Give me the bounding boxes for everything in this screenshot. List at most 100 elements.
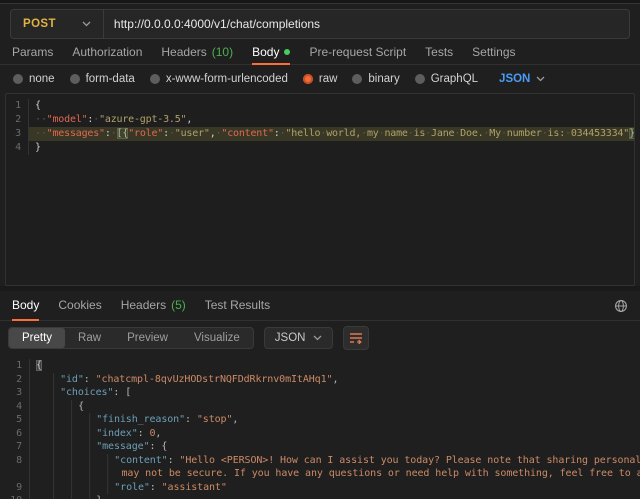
body-type-radio-binary[interactable]: binary	[352, 73, 399, 85]
tab-params[interactable]: Params	[12, 41, 53, 65]
tab-settings[interactable]: Settings	[472, 41, 515, 65]
code-line: 3"choices": [	[0, 386, 640, 400]
body-type-row: none form-data x-www-form-urlencoded raw bin…	[0, 65, 640, 93]
unsaved-dot	[284, 49, 290, 55]
response-format-select[interactable]: JSON	[264, 327, 334, 349]
code-line: 7"message": {	[0, 440, 640, 454]
tab-pre-request-script[interactable]: Pre-request Script	[309, 41, 406, 65]
tab-cookies[interactable]: Cookies	[58, 291, 101, 321]
request-url-row: POST http://0.0.0.0:4000/v1/chat/complet…	[0, 4, 640, 41]
token: "model"	[47, 114, 88, 125]
view-pretty[interactable]: Pretty	[9, 328, 65, 348]
tab-headers[interactable]: Headers (5)	[121, 291, 186, 321]
line-number: 3	[6, 127, 29, 141]
line-number: 2	[0, 373, 30, 387]
tab-headers[interactable]: Headers(10)	[161, 41, 233, 65]
line-number: 4	[0, 400, 30, 414]
token: is:	[548, 128, 565, 139]
token: :	[168, 455, 180, 466]
code-line: 2··"model":·"azure-gpt-3.5",	[6, 113, 634, 127]
tab-test-results[interactable]: Test Results	[205, 291, 270, 321]
token: "assistant"	[162, 482, 227, 493]
indent-guides	[36, 413, 96, 427]
token: :	[150, 482, 162, 493]
token: Jane	[431, 128, 454, 139]
token: may not be secure. If you have any quest…	[121, 468, 640, 479]
chevron-down-icon	[536, 76, 545, 82]
token: "content"	[221, 128, 273, 139]
tab-label: Body	[12, 298, 39, 312]
response-body-viewer: 1{2"id": "chatcmpl-8qvUzHODstrNQFDdRkrnv…	[0, 355, 640, 499]
url-input[interactable]: http://0.0.0.0:4000/v1/chat/completions	[114, 17, 320, 31]
tab-body[interactable]: Body	[252, 41, 290, 65]
token: [{	[117, 128, 129, 139]
tab-label: Authorization	[72, 45, 142, 59]
body-type-radio-raw[interactable]: raw	[303, 73, 338, 85]
code-text: "finish_reason": "stop",	[30, 413, 640, 427]
token: "Hello <PERSON>! How can I assist you to…	[179, 455, 640, 466]
view-raw[interactable]: Raw	[65, 328, 114, 348]
token: :	[84, 374, 96, 385]
radio-dot-icon	[13, 74, 23, 84]
code-line: 9"role": "assistant"	[0, 481, 640, 495]
radio-dot-icon	[415, 74, 425, 84]
indent-guides	[36, 373, 60, 387]
token: }]	[629, 128, 634, 139]
wrap-text-button[interactable]	[343, 326, 369, 350]
code-text: {	[30, 359, 640, 373]
code-text: "message": {	[30, 440, 640, 454]
view-preview[interactable]: Preview	[114, 328, 181, 348]
chevron-down-icon	[313, 335, 322, 341]
chevron-down-icon	[82, 21, 91, 27]
code-line: 4{	[0, 400, 640, 414]
body-format-select[interactable]: JSON	[499, 73, 545, 85]
tab-label: Cookies	[58, 298, 101, 312]
token: is	[414, 128, 426, 139]
globe-icon	[614, 299, 628, 313]
indent-guides	[36, 454, 114, 468]
token: my	[367, 128, 379, 139]
body-type-radio-form-data[interactable]: form-data	[70, 73, 135, 85]
line-number: 1	[0, 359, 30, 373]
code-line: 1{	[0, 359, 640, 373]
token: world,	[326, 128, 361, 139]
line-number: 7	[0, 440, 30, 454]
code-line: 2"id": "chatcmpl-8qvUzHODstrNQFDdRkrnv0m…	[0, 373, 640, 387]
body-type-radio-none[interactable]: none	[13, 73, 55, 85]
indent-guides	[36, 440, 96, 454]
token: "stop"	[197, 414, 233, 425]
body-type-radio-x-www-form-urlencoded[interactable]: x-www-form-urlencoded	[150, 73, 288, 85]
tab-label: Headers	[121, 298, 166, 312]
token: [	[125, 387, 131, 398]
code-text: }	[29, 141, 634, 155]
view-visualize[interactable]: Visualize	[181, 328, 253, 348]
code-text: }	[30, 494, 640, 499]
tab-count: (5)	[171, 298, 186, 312]
token: "content"	[114, 455, 167, 466]
token: number	[507, 128, 542, 139]
code-text: "index": 0,	[30, 427, 640, 441]
tab-body[interactable]: Body	[12, 291, 39, 321]
indent-guides	[36, 467, 121, 481]
token: ,	[186, 114, 192, 125]
indent-guides	[36, 400, 78, 414]
tab-authorization[interactable]: Authorization	[72, 41, 142, 65]
token: ,	[155, 428, 161, 439]
token: :	[150, 441, 162, 452]
line-number: 8	[0, 454, 30, 468]
token: {	[35, 100, 41, 111]
line-number	[0, 467, 30, 481]
line-number: 6	[0, 427, 30, 441]
token: My	[489, 128, 501, 139]
line-number: 10	[0, 494, 30, 499]
method-select[interactable]: POST	[11, 18, 103, 30]
radio-label: GraphQL	[431, 73, 478, 85]
request-body-editor[interactable]: 1{2··"model":·"azure-gpt-3.5",3··"messag…	[5, 93, 635, 286]
body-type-radio-graphql[interactable]: GraphQL	[415, 73, 478, 85]
tab-tests[interactable]: Tests	[425, 41, 453, 65]
whitespace-dot: ·	[111, 128, 117, 139]
token: :	[113, 387, 125, 398]
network-globe-button[interactable]	[614, 291, 628, 320]
token: }	[96, 495, 102, 499]
token: "azure-gpt-3.5"	[99, 114, 186, 125]
